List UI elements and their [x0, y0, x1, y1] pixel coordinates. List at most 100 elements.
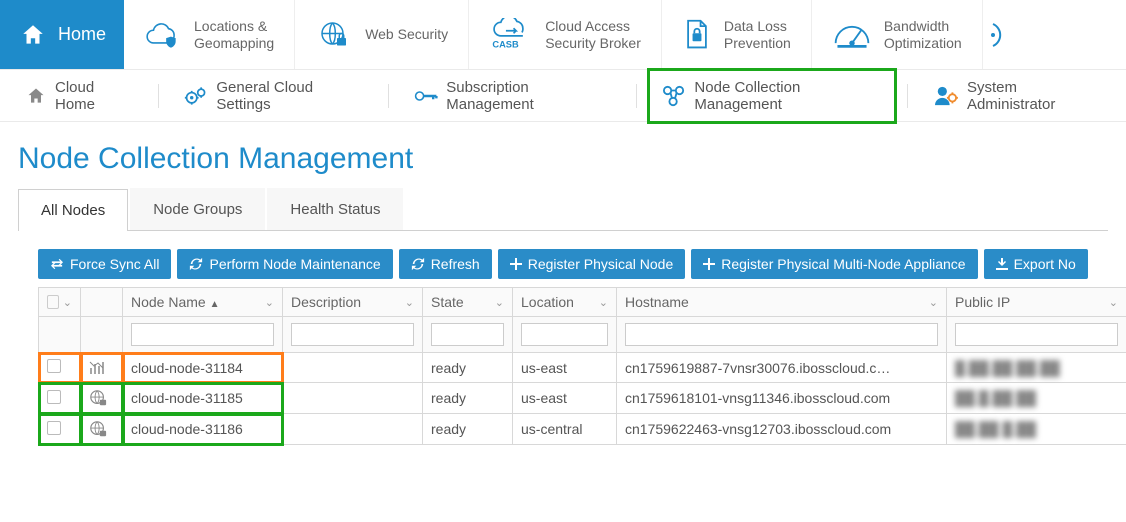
separator: [636, 84, 637, 108]
nav-dlp-label: Data Loss Prevention: [724, 18, 791, 52]
cell-hostname: cn1759618101-vnsg11346.ibosscloud.com: [625, 390, 890, 406]
cell-location: us-east: [521, 360, 567, 376]
subnav-system-admin-label: System Administrator: [967, 79, 1101, 113]
nav-bandwidth[interactable]: Bandwidth Optimization: [812, 0, 983, 69]
table-row[interactable]: cloud-node-31184 ready us-east cn1759619…: [39, 353, 1126, 383]
cell-node-name: cloud-node-31186: [131, 421, 243, 437]
download-icon: [996, 258, 1008, 270]
chevron-down-icon: ⌄: [1109, 296, 1118, 309]
subnav-subscription[interactable]: Subscription Management: [399, 68, 626, 124]
cell-public-ip: █.██.██ ██.██: [955, 360, 1060, 376]
col-public-ip[interactable]: Public IP⌄: [947, 288, 1126, 317]
gauge-icon: [832, 20, 872, 50]
tab-node-groups[interactable]: Node Groups: [130, 188, 265, 230]
cell-state: ready: [431, 421, 466, 437]
cloud-shield-icon: [144, 22, 182, 48]
chevron-down-icon: ⌄: [495, 296, 504, 309]
col-location[interactable]: Location⌄: [513, 288, 617, 317]
sub-navbar: Cloud Home General Cloud Settings Subscr…: [0, 70, 1126, 122]
nav-bandwidth-label: Bandwidth Optimization: [884, 18, 962, 52]
filter-description[interactable]: [291, 323, 414, 346]
filter-node-name[interactable]: [131, 323, 274, 346]
subnav-node-collection[interactable]: Node Collection Management: [647, 68, 897, 124]
row-checkbox[interactable]: [47, 359, 61, 373]
cell-hostname: cn1759619887-7vnsr30076.ibosscloud.c…: [625, 360, 890, 376]
register-multi-button[interactable]: Register Physical Multi-Node Appliance: [691, 249, 977, 279]
nav-home[interactable]: Home: [0, 0, 124, 69]
register-node-button[interactable]: Register Physical Node: [498, 249, 686, 279]
separator: [158, 84, 159, 108]
svg-text:CASB: CASB: [493, 39, 520, 49]
cell-hostname: cn1759622463-vnsg12703.ibosscloud.com: [625, 421, 891, 437]
col-select[interactable]: ⌄: [39, 288, 81, 317]
node-grid: ⌄ Node Name ▲⌄ Description⌄ State⌄ Locat…: [18, 287, 1108, 445]
home-gear-icon: [25, 86, 47, 106]
subnav-cloud-home[interactable]: Cloud Home: [10, 68, 148, 124]
nav-web-security[interactable]: Web Security: [295, 0, 469, 69]
nav-casb[interactable]: CASB Cloud Access Security Broker: [469, 0, 662, 69]
sync-icon: [50, 258, 64, 270]
page-title: Node Collection Management: [0, 122, 1126, 188]
chevron-down-icon: ⌄: [929, 296, 938, 309]
nav-casb-label: Cloud Access Security Broker: [545, 18, 641, 52]
separator: [907, 84, 908, 108]
cell-node-name: cloud-node-31184: [131, 360, 243, 376]
filter-location[interactable]: [521, 323, 608, 346]
casb-icon: CASB: [489, 18, 533, 52]
home-icon: [18, 22, 48, 48]
cell-location: us-east: [521, 390, 567, 406]
cell-node-name: cloud-node-31185: [131, 390, 243, 406]
register-node-label: Register Physical Node: [528, 256, 674, 272]
doc-lock-icon: [682, 19, 712, 51]
export-button[interactable]: Export No: [984, 249, 1088, 279]
cell-state: ready: [431, 390, 466, 406]
chevron-down-icon: ⌄: [405, 296, 414, 309]
table-row[interactable]: cloud-node-31185 ready us-east cn1759618…: [39, 383, 1126, 414]
globe-lock-icon[interactable]: [89, 420, 114, 438]
tab-health[interactable]: Health Status: [267, 188, 403, 230]
nodes-icon: [662, 85, 686, 107]
subnav-subscription-label: Subscription Management: [446, 79, 611, 113]
row-checkbox[interactable]: [47, 390, 61, 404]
force-sync-button[interactable]: Force Sync All: [38, 249, 171, 279]
cell-state: ready: [431, 360, 466, 376]
nav-home-label: Home: [58, 24, 106, 45]
nav-locations-label: Locations & Geomapping: [194, 18, 274, 52]
person-gear-icon: [933, 85, 959, 107]
export-label: Export No: [1014, 256, 1076, 272]
stats-icon[interactable]: [89, 360, 114, 376]
globe-lock-icon[interactable]: [89, 389, 114, 407]
maintenance-label: Perform Node Maintenance: [209, 256, 380, 272]
cell-public-ip: ██.█.██ ██: [955, 390, 1036, 406]
subnav-system-admin[interactable]: System Administrator: [918, 68, 1116, 124]
toolbar: Force Sync All Perform Node Maintenance …: [18, 249, 1108, 279]
chevron-down-icon: ⌄: [599, 296, 608, 309]
register-multi-label: Register Physical Multi-Node Appliance: [721, 256, 965, 272]
row-checkbox[interactable]: [47, 421, 61, 435]
plus-icon: [510, 258, 522, 270]
nav-dlp[interactable]: Data Loss Prevention: [662, 0, 812, 69]
col-hostname[interactable]: Hostname⌄: [617, 288, 947, 317]
refresh-button[interactable]: Refresh: [399, 249, 492, 279]
globe-lock-icon: [315, 20, 353, 50]
table-row[interactable]: cloud-node-31186 ready us-central cn1759…: [39, 414, 1126, 445]
plus-icon: [703, 258, 715, 270]
cell-location: us-central: [521, 421, 582, 437]
col-description[interactable]: Description⌄: [283, 288, 423, 317]
force-sync-label: Force Sync All: [70, 256, 159, 272]
filter-hostname[interactable]: [625, 323, 938, 346]
col-node-name[interactable]: Node Name ▲⌄: [123, 288, 283, 317]
col-state[interactable]: State⌄: [423, 288, 513, 317]
filter-public-ip[interactable]: [955, 323, 1118, 346]
maintenance-button[interactable]: Perform Node Maintenance: [177, 249, 392, 279]
subnav-general-settings[interactable]: General Cloud Settings: [169, 68, 378, 124]
sort-asc-icon: ▲: [210, 299, 220, 310]
col-icon: [81, 288, 123, 317]
filter-state[interactable]: [431, 323, 504, 346]
nav-more[interactable]: [983, 0, 1013, 69]
subnav-cloud-home-label: Cloud Home: [55, 79, 133, 113]
nav-locations[interactable]: Locations & Geomapping: [124, 0, 295, 69]
refresh-label: Refresh: [431, 256, 480, 272]
cell-public-ip: ██.██ █.██: [955, 421, 1036, 437]
tab-all-nodes[interactable]: All Nodes: [18, 189, 128, 231]
